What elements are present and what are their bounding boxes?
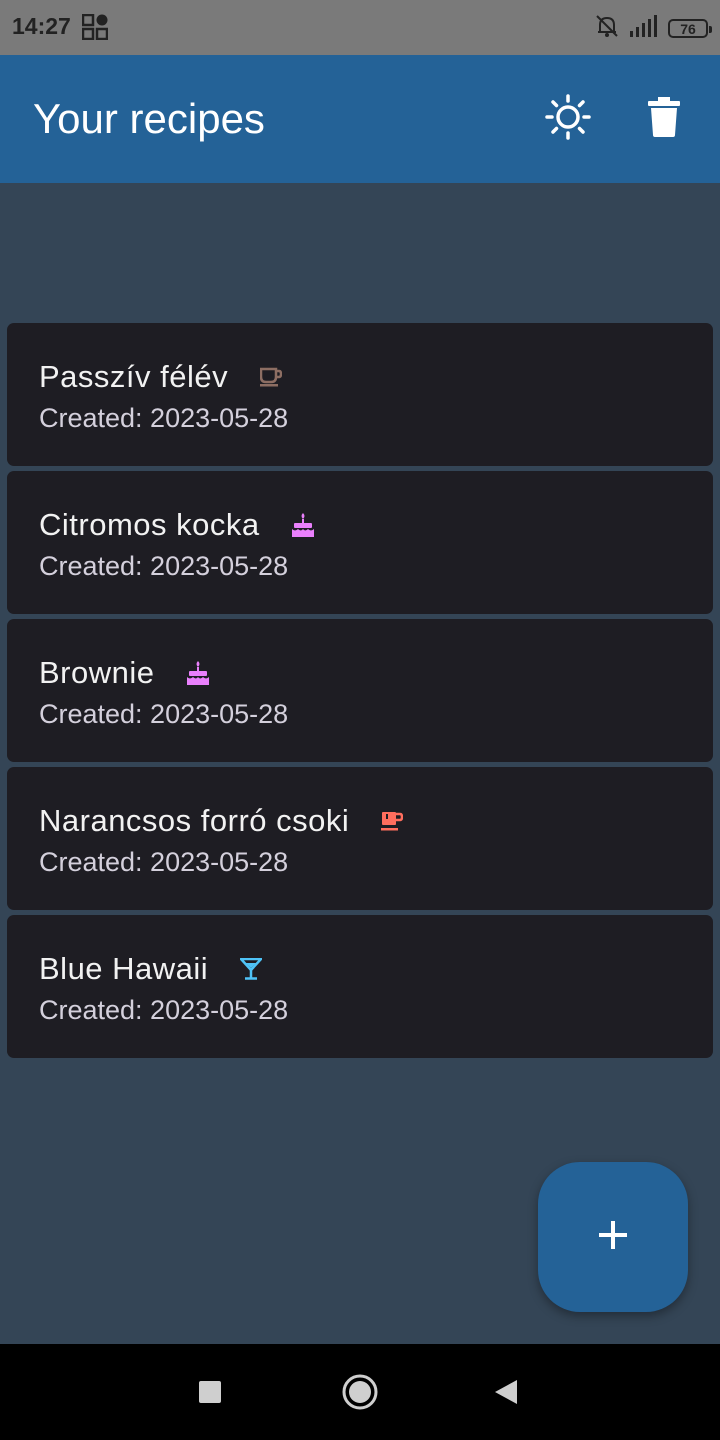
cake-icon [291,513,314,537]
recipe-created-date: Created: 2023-05-28 [39,847,289,877]
status-bar: 14:27 76 [0,0,720,55]
recipe-card[interactable]: Brownie Created: 2023-05-28 [7,619,713,762]
coffee-icon [260,367,283,387]
cocktail-icon [240,958,263,980]
add-icon [597,1219,629,1256]
page-title: Your recipes [33,95,265,142]
recipe-name: Passzív félév [39,359,229,394]
recipe-name-row: Citromos kocka [39,507,314,543]
recipe-name: Brownie [39,655,155,690]
back-button[interactable] [484,1372,528,1416]
recipe-created-date: Created: 2023-05-28 [39,551,289,581]
hot-drink-icon [381,811,404,831]
recipe-name: Citromos kocka [39,507,260,542]
status-time: 14:27 [12,13,71,39]
add-recipe-button[interactable] [538,1162,688,1312]
alarm-off-icon [594,13,620,44]
recipe-card[interactable]: Narancsos forró csoki Created: 2023-05-2… [7,767,713,910]
recipe-card[interactable]: Blue Hawaii Created: 2023-05-28 [7,915,713,1058]
recipe-created-date: Created: 2023-05-28 [39,699,289,729]
home-icon [341,1373,379,1416]
recipe-name-row: Blue Hawaii [39,951,263,987]
recipe-name-row: Narancsos forró csoki [39,803,404,839]
trash-icon [648,96,680,142]
back-icon [494,1379,518,1410]
battery-level: 76 [680,20,696,37]
cake-icon [186,661,209,685]
recipe-card[interactable]: Passzív félév Created: 2023-05-28 [7,323,713,466]
home-button[interactable] [338,1372,382,1416]
battery-icon: 76 [668,19,712,38]
system-navigation-bar [0,1344,720,1440]
recents-icon [199,1380,221,1408]
recipe-name-row: Brownie [39,655,209,691]
recipe-created-date: Created: 2023-05-28 [39,403,289,433]
status-icons: 76 [594,13,712,44]
recipe-card[interactable]: Citromos kocka Created: 2023-05-28 [7,471,713,614]
app-bar: Your recipes [0,55,720,183]
qr-code-icon [81,13,109,45]
delete-button[interactable] [640,95,688,143]
recipe-name: Blue Hawaii [39,951,209,986]
recipe-list: Passzív félév Created: 2023-05-28 Citrom… [7,323,713,1063]
recipe-name-row: Passzív félév [39,359,283,395]
recents-button[interactable] [188,1372,232,1416]
recipe-created-date: Created: 2023-05-28 [39,995,289,1025]
theme-toggle-button[interactable] [544,93,592,145]
sun-icon [545,93,591,145]
signal-icon [630,15,658,42]
recipe-name: Narancsos forró csoki [39,803,350,838]
